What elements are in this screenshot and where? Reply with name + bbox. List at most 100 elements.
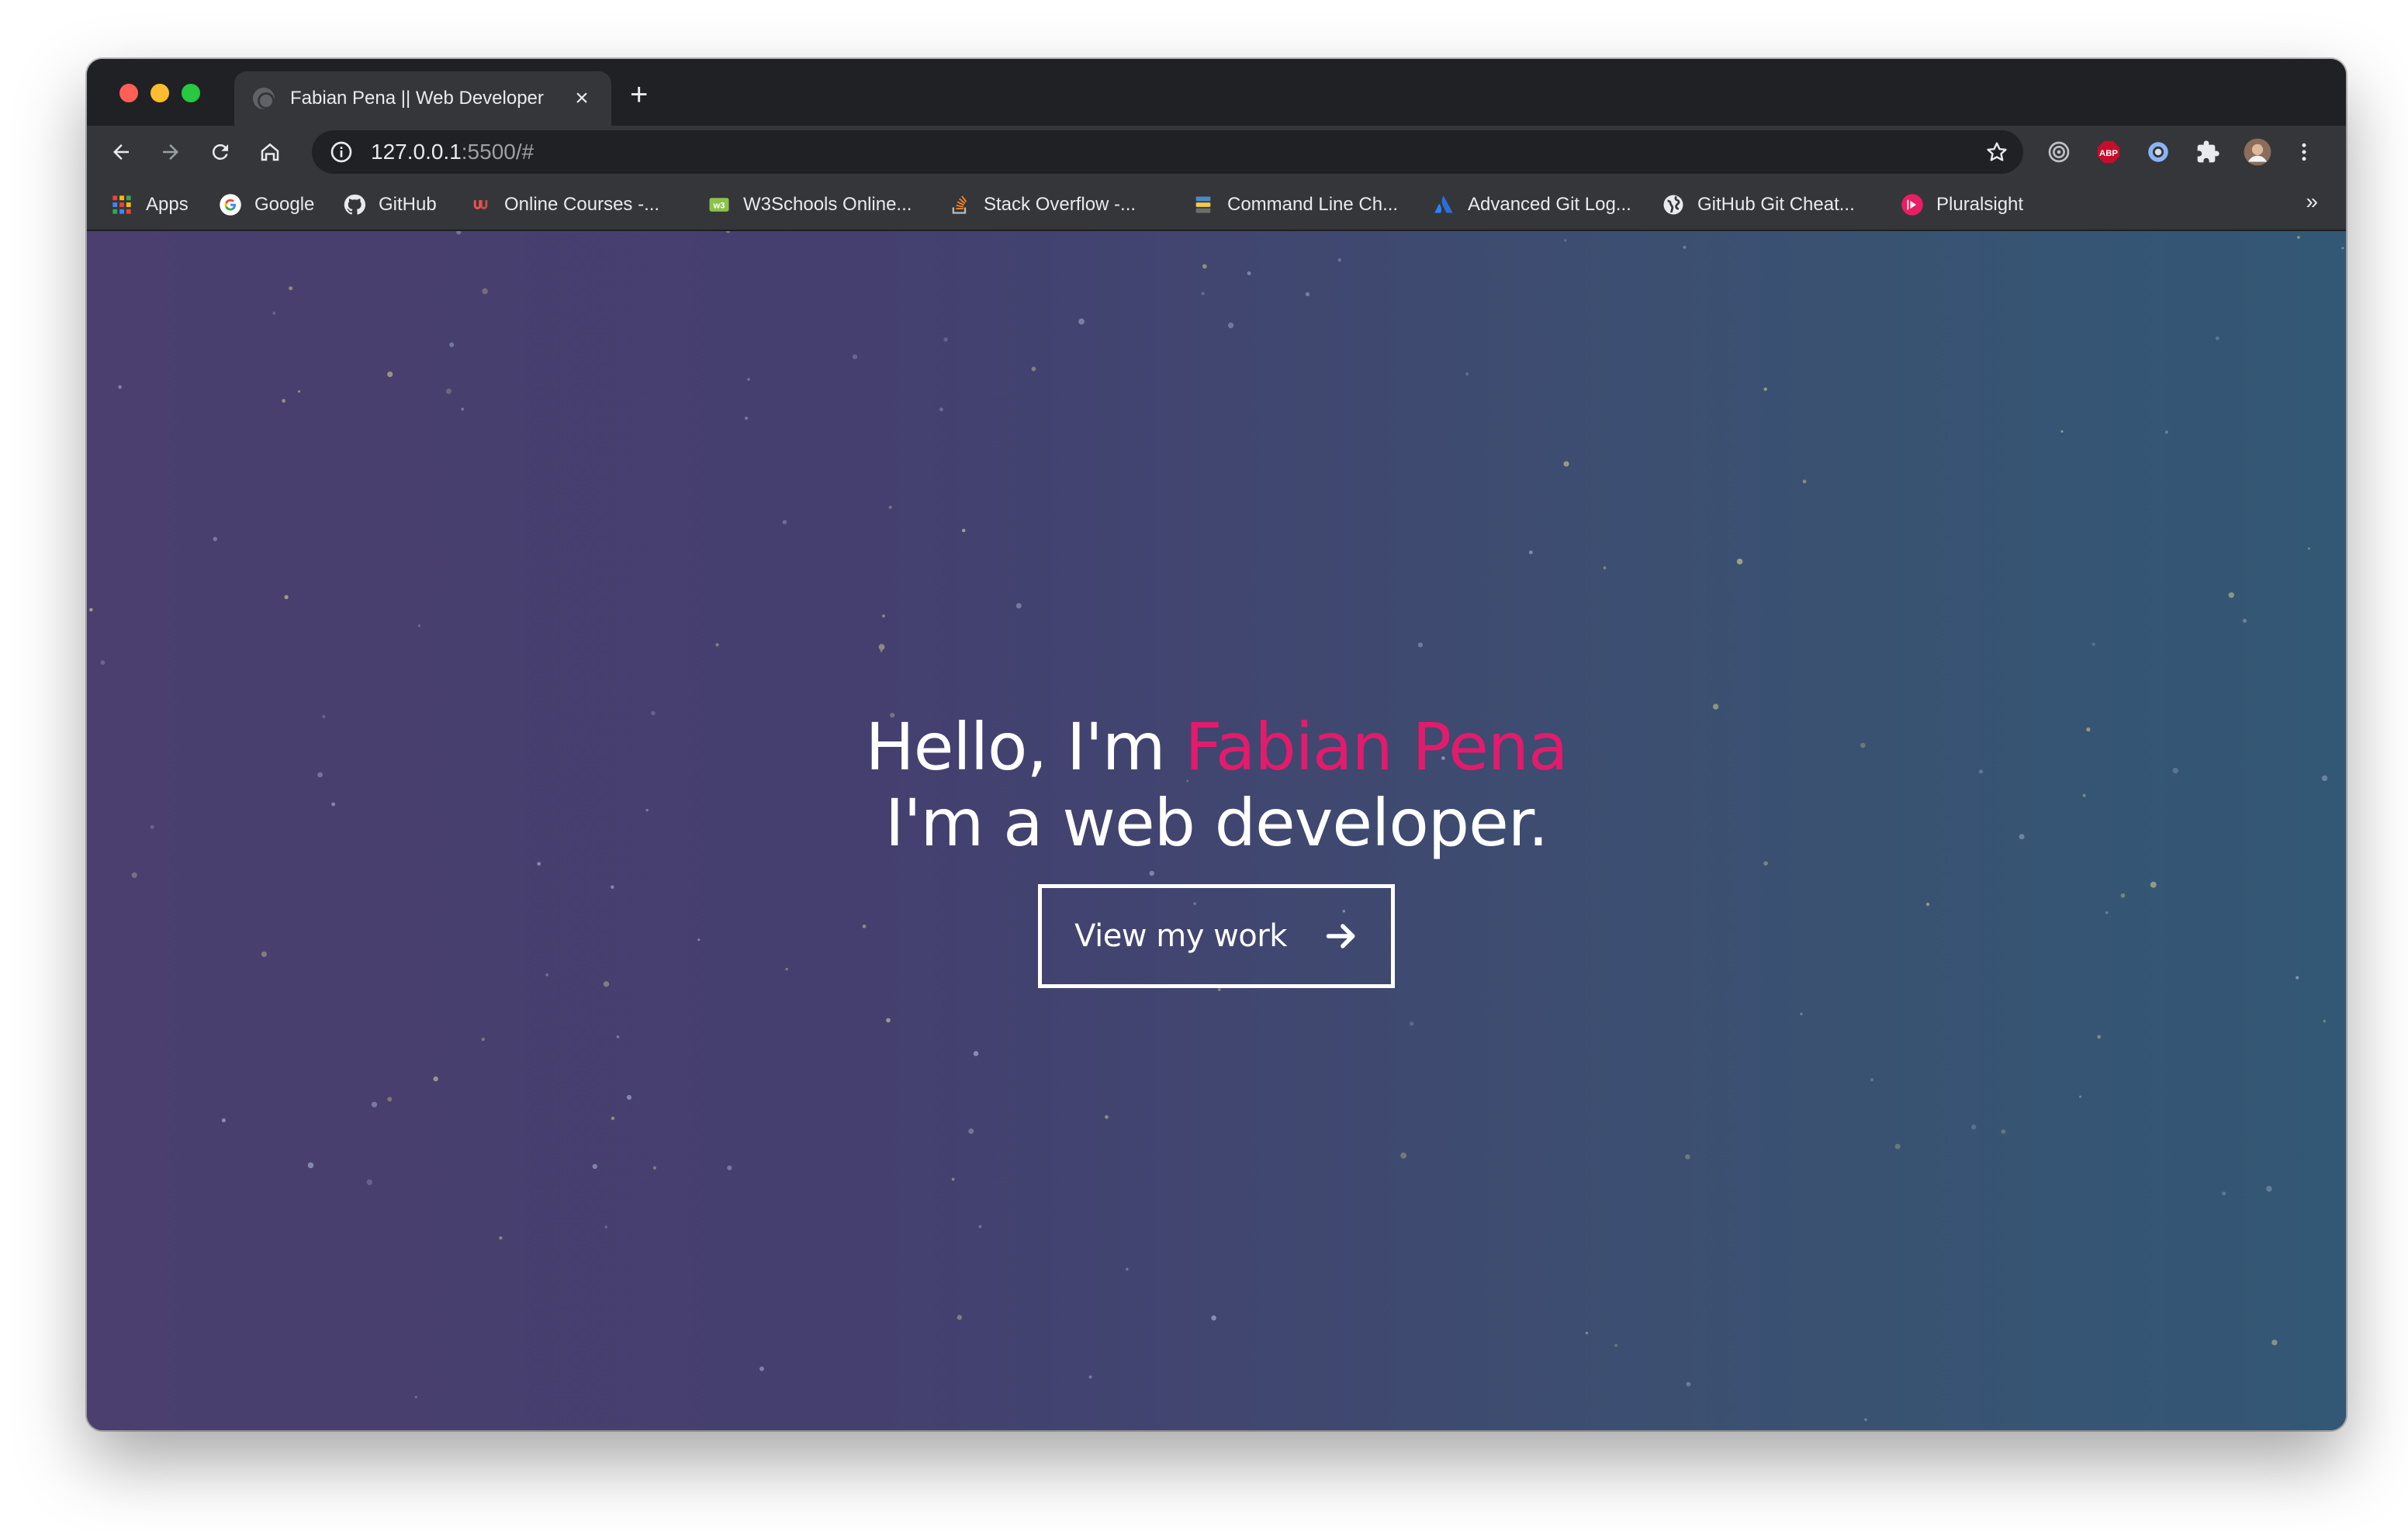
tab-active[interactable]: Fabian Pena || Web Developer ×	[234, 71, 611, 126]
bookmark-label: Stack Overflow -...	[984, 194, 1137, 215]
home-icon	[261, 143, 279, 161]
address-bar[interactable]: 127.0.0.1:5500/#	[312, 130, 2023, 174]
bookmark-udemy[interactable]: Online Courses -...	[469, 189, 659, 220]
star-dot	[943, 337, 948, 342]
star-dot	[272, 311, 276, 315]
star-dot	[2060, 430, 2064, 433]
home-button[interactable]	[253, 135, 287, 169]
tab-title: Fabian Pena || Web Developer	[290, 88, 544, 109]
circle-extension-icon[interactable]	[2141, 135, 2175, 169]
star-dot	[1971, 1124, 1977, 1130]
star-dot	[307, 1162, 314, 1169]
star-dot	[1683, 245, 1687, 249]
bookmark-advanced-git[interactable]: Advanced Git Log...	[1432, 189, 1631, 220]
bookmark-w3schools[interactable]: w3 W3Schools Online...	[708, 189, 912, 220]
star-dot	[2271, 1339, 2278, 1346]
star-dot	[616, 1035, 620, 1039]
star-dot	[961, 528, 966, 533]
star-dot	[1585, 1332, 1589, 1335]
star-dot	[298, 390, 301, 393]
w3schools-icon: w3	[708, 193, 731, 216]
star-dot	[1563, 461, 1569, 467]
star-dot	[1417, 642, 1423, 648]
target-extension-icon[interactable]	[2042, 135, 2076, 169]
puzzle-extensions-icon[interactable]	[2191, 135, 2225, 169]
bookmark-label: Apps	[146, 194, 189, 215]
star-dot	[652, 1166, 657, 1170]
star-dot	[1864, 1418, 1867, 1422]
bookmark-label: Google	[254, 194, 315, 215]
star-dot	[2105, 911, 2109, 914]
bookmark-label: Online Courses -...	[504, 194, 660, 215]
star-dot	[759, 1366, 764, 1371]
more-bookmarks-chevron-icon[interactable]: »	[2306, 189, 2318, 214]
star-dot	[1686, 1381, 1691, 1387]
star-dot	[1078, 318, 1085, 325]
profile-avatar[interactable]	[2240, 135, 2275, 169]
star-dot	[2079, 1095, 2082, 1098]
close-window-button[interactable]	[119, 84, 138, 102]
bookmark-github-cheat[interactable]: GitHub Git Cheat...	[1662, 189, 1855, 220]
star-dot	[1105, 1115, 1109, 1119]
star-dot	[1305, 292, 1310, 296]
minimize-window-button[interactable]	[150, 84, 169, 102]
star-dot	[2228, 592, 2234, 598]
star-dot	[1802, 479, 1807, 484]
bookmark-pluralsight[interactable]: Pluralsight	[1901, 189, 2023, 220]
new-tab-button[interactable]: +	[630, 79, 648, 110]
info-icon[interactable]	[329, 140, 354, 164]
star-dot	[1201, 292, 1205, 295]
bookmark-command-line[interactable]: Command Line Ch...	[1192, 189, 1398, 220]
star-dot	[1763, 387, 1767, 391]
bookmark-star-icon[interactable]	[1984, 140, 2009, 164]
globe-icon	[1662, 193, 1685, 216]
star-dot	[2091, 642, 2095, 646]
close-tab-icon[interactable]: ×	[571, 87, 593, 110]
star-dot	[284, 595, 289, 600]
star-dot	[1400, 1153, 1406, 1159]
star-dot	[1870, 1078, 1874, 1082]
maximize-window-button[interactable]	[182, 84, 200, 102]
star-dot	[366, 1179, 372, 1186]
star-dot	[1247, 271, 1251, 275]
star-dot	[2296, 976, 2299, 980]
bookmark-google[interactable]: Google	[219, 189, 314, 220]
cta-label: View my work	[1074, 918, 1287, 954]
star-dot	[131, 872, 137, 878]
star-dot	[1149, 870, 1154, 876]
bookmark-github[interactable]: GitHub	[343, 189, 437, 220]
star-dot	[1564, 239, 1567, 242]
more-vert-icon	[2302, 143, 2306, 161]
star-dot	[1465, 372, 1469, 376]
github-icon	[343, 193, 366, 216]
avatar-icon	[2244, 138, 2271, 166]
star-dot	[725, 231, 731, 233]
bookmark-label: Command Line Ch...	[1227, 194, 1399, 215]
bookmark-label: GitHub Git Cheat...	[1697, 194, 1855, 215]
hero: Hello, I'm Fabian Pena I'm a web develop…	[87, 709, 2346, 861]
back-button[interactable]	[104, 135, 138, 169]
url-path: :5500/#	[461, 140, 535, 164]
bookmark-stackoverflow[interactable]: Stack Overflow -...	[948, 189, 1136, 220]
bookmark-label: Pluralsight	[1936, 194, 2024, 215]
star-dot	[715, 643, 719, 647]
star-dot	[446, 389, 452, 394]
puzzle-icon	[2197, 140, 2219, 163]
view-my-work-button[interactable]: View my work	[1038, 884, 1395, 988]
forward-button[interactable]	[154, 135, 188, 169]
star-dot	[1603, 566, 1607, 570]
menu-kebab-icon[interactable]	[2287, 135, 2321, 169]
adblock-plus-icon[interactable]: ABP	[2091, 135, 2126, 169]
star-dot	[2150, 881, 2157, 888]
toolbar: 127.0.0.1:5500/# ABP	[87, 126, 2346, 178]
star-dot	[1015, 603, 1022, 609]
star-dot	[1227, 322, 1234, 329]
arrow-right-icon	[1326, 924, 1355, 949]
star-dot	[2297, 236, 2300, 239]
star-dot	[882, 614, 885, 618]
star-dot	[545, 973, 548, 976]
reload-button[interactable]	[203, 135, 237, 169]
star-dot	[745, 416, 748, 420]
hero-greeting: Hello, I'm	[865, 709, 1185, 785]
bookmark-apps[interactable]: Apps	[110, 189, 189, 220]
